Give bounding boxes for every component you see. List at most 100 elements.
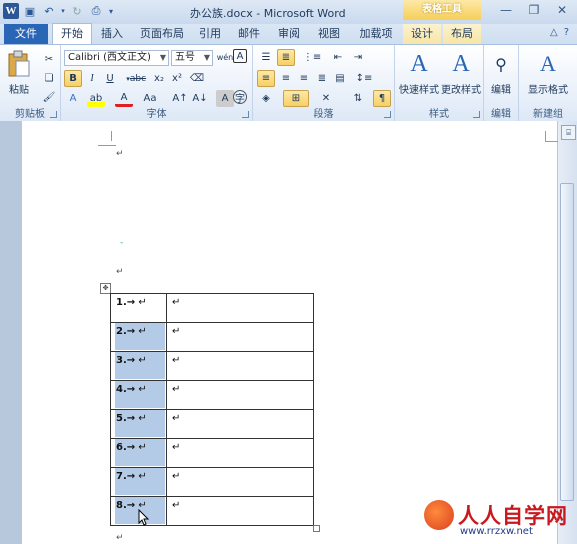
vertical-scrollbar[interactable] (558, 121, 577, 544)
close-icon[interactable]: ✕ (553, 3, 571, 19)
bullets-icon[interactable]: ☰ (257, 49, 275, 66)
align-center-icon[interactable]: ≡ (277, 70, 295, 87)
table-cell[interactable]: 6.→ ↵ (110, 438, 167, 468)
enclose-char-icon[interactable]: 字 (233, 90, 247, 105)
tab-references[interactable]: 引用 (193, 24, 227, 44)
table-tools-context-label: 表格工具 (403, 0, 481, 20)
change-styles-button[interactable]: A 更改样式 (439, 49, 483, 97)
view-ruler-icon[interactable]: ⌸ (561, 125, 576, 140)
save-icon[interactable]: ▣ (22, 3, 38, 19)
subscript-button[interactable]: x₂ (150, 70, 168, 87)
align-left-icon[interactable]: ≡ (257, 70, 275, 87)
line-spacing-icon[interactable]: ↕≡ (355, 70, 373, 87)
bold-button[interactable]: B (64, 70, 82, 87)
table-resize-handle[interactable] (313, 525, 320, 532)
tab-layout[interactable]: 布局 (443, 24, 481, 44)
strikethrough-button[interactable]: abc (129, 70, 147, 87)
paragraph-launcher-icon[interactable] (384, 111, 391, 118)
tab-view[interactable]: 视图 (312, 24, 346, 44)
ribbon-tabs: 文件 开始 插入 页面布局 引用 邮件 审阅 视图 加载项 设计 布局 △ ? (0, 23, 577, 45)
pinyin-guide-icon[interactable]: wén (216, 49, 234, 66)
styles-launcher-icon[interactable] (473, 111, 480, 118)
table-cell[interactable]: ↵ (166, 467, 314, 497)
new-group-label: 新建组 (533, 109, 563, 120)
copy-icon[interactable]: ❏ (40, 70, 58, 87)
char-border-icon[interactable]: A (233, 49, 247, 63)
tab-file[interactable]: 文件 (4, 24, 48, 44)
paste-button[interactable]: 粘贴 (4, 49, 34, 96)
clipboard-launcher-icon[interactable] (50, 111, 57, 118)
font-launcher-icon[interactable] (242, 111, 249, 118)
table-row: 5.→ ↵ ↵ (110, 409, 314, 439)
minimize-icon[interactable]: — (497, 3, 515, 19)
table-cell[interactable]: 2.→ ↵ (110, 322, 167, 352)
font-name-value: Calibri (西文正文) (68, 52, 151, 63)
quick-styles-label: 快速样式 (399, 85, 439, 96)
table-cell[interactable]: 1.→ ↵ (110, 293, 167, 323)
tab-insert[interactable]: 插入 (94, 24, 130, 44)
decrease-indent-icon[interactable]: ⇤ (329, 49, 347, 66)
customize-qat-icon[interactable]: ▾ (107, 3, 115, 19)
new-group: A 显示格式 新建组 (519, 45, 577, 121)
tab-page-layout[interactable]: 页面布局 (136, 24, 188, 44)
format-painter-icon[interactable]: 🖌 (40, 89, 58, 106)
change-styles-icon: A (452, 50, 470, 77)
minimize-ribbon-icon[interactable]: △ (550, 27, 558, 38)
editing-group-label: 编辑 (491, 109, 511, 120)
table-cell[interactable]: 5.→ ↵ (110, 409, 167, 439)
tab-addins[interactable]: 加载项 (353, 24, 399, 44)
edit-button[interactable]: ⚲ 编辑 (486, 49, 516, 97)
edit-label: 编辑 (491, 85, 511, 96)
scrollbar-thumb[interactable] (560, 183, 574, 501)
table-cell[interactable]: ↵ (166, 409, 314, 439)
chevron-down-icon: ▼ (159, 53, 166, 62)
table-cell[interactable]: 7.→ ↵ (110, 467, 167, 497)
table-cell[interactable]: ↵ (166, 438, 314, 468)
cut-icon[interactable]: ✂ (40, 51, 58, 68)
window-controls: — ❐ ✕ (497, 3, 571, 19)
paragraph-mark: ↵ (116, 149, 124, 159)
crop-mark (110, 131, 112, 141)
quick-styles-icon: A (410, 50, 428, 77)
undo-icon[interactable]: ↶ (41, 3, 57, 19)
table-row: 6.→ ↵ ↵ (110, 438, 314, 468)
italic-button[interactable]: I (83, 70, 101, 87)
increase-indent-icon[interactable]: ⇥ (349, 49, 367, 66)
align-right-icon[interactable]: ≡ (295, 70, 313, 87)
paragraph-mark: ↵ (116, 533, 124, 543)
table-cell[interactable]: ↵ (166, 322, 314, 352)
table-cell[interactable]: ↵ (166, 380, 314, 410)
distributed-icon[interactable]: ▤ (331, 70, 349, 87)
underline-button[interactable]: U (101, 70, 119, 87)
table-cell[interactable]: ↵ (166, 351, 314, 381)
tab-home[interactable]: 开始 (52, 23, 92, 45)
superscript-button[interactable]: x² (168, 70, 186, 87)
table-row: 3.→ ↵ ↵ (110, 351, 314, 381)
undo-dropdown-icon[interactable]: ▾ (60, 3, 66, 19)
help-icon[interactable]: ? (564, 27, 569, 38)
word-logo-icon[interactable]: W (3, 3, 19, 19)
font-name-combo[interactable]: Calibri (西文正文) ▼ (64, 50, 169, 66)
table-cell[interactable]: ↵ (166, 496, 314, 526)
multilevel-list-icon[interactable]: ⋮≡ (303, 49, 321, 66)
tab-mailings[interactable]: 邮件 (232, 24, 266, 44)
tab-design[interactable]: 设计 (403, 24, 441, 44)
font-size-combo[interactable]: 五号 ▼ (171, 50, 213, 66)
restore-icon[interactable]: ❐ (525, 3, 543, 19)
clipboard-group: 粘贴 ✂ ❏ 🖌 剪贴板 (0, 45, 61, 121)
quick-styles-button[interactable]: A 快速样式 (397, 49, 441, 97)
print-preview-icon[interactable]: ⎙ (88, 3, 104, 19)
numbering-icon[interactable]: ≣ (277, 49, 295, 66)
redo-icon[interactable]: ↻ (69, 3, 85, 19)
table-cell[interactable]: 4.→ ↵ (110, 380, 167, 410)
quick-access-toolbar: W ▣ ↶ ▾ ↻ ⎙ ▾ (3, 3, 115, 19)
table-cell[interactable]: 3.→ ↵ (110, 351, 167, 381)
site-url: www.rrzxw.net (460, 526, 533, 537)
show-format-button[interactable]: A 显示格式 (521, 49, 575, 96)
tab-review[interactable]: 审阅 (272, 24, 306, 44)
justify-icon[interactable]: ≣ (313, 70, 331, 87)
clear-format-icon[interactable]: ⌫ (188, 70, 206, 87)
show-format-label: 显示格式 (528, 85, 568, 96)
table-row: 4.→ ↵ ↵ (110, 380, 314, 410)
table-cell[interactable]: ↵ (166, 293, 314, 323)
